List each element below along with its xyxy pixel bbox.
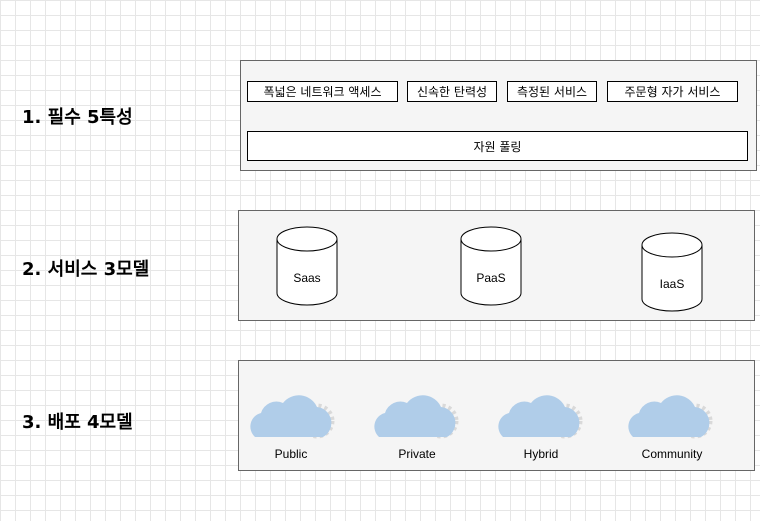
deployment-label-community: Community bbox=[641, 447, 703, 461]
characteristic-broad-network-access[interactable]: 폭넓은 네트워크 액세스 bbox=[247, 81, 398, 102]
row-label-deployment-models: 3. 배포 4모델 bbox=[22, 412, 133, 433]
cloud-gear-icon[interactable] bbox=[371, 387, 461, 439]
deployment-label-public: Public bbox=[274, 447, 308, 461]
cylinder-label: Saas bbox=[293, 271, 321, 285]
cylinder-paas[interactable]: PaaS bbox=[460, 225, 522, 307]
characteristic-on-demand-self-service[interactable]: 주문형 자가 서비스 bbox=[607, 81, 738, 102]
service-models-panel[interactable]: Saas PaaS IaaS bbox=[238, 210, 755, 321]
cylinder-label: PaaS bbox=[476, 271, 506, 285]
cylinder-iaas[interactable]: IaaS bbox=[641, 231, 703, 313]
row-label-essential-characteristics: 1. 필수 5특성 bbox=[22, 107, 133, 128]
deployment-label-private: Private bbox=[398, 447, 436, 461]
characteristic-measured-service[interactable]: 측정된 서비스 bbox=[507, 81, 597, 102]
characteristics-panel[interactable]: 폭넓은 네트워크 액세스 신속한 탄력성 측정된 서비스 주문형 자가 서비스 … bbox=[240, 60, 757, 171]
characteristic-resource-pooling[interactable]: 자원 풀링 bbox=[247, 131, 748, 161]
row-label-service-models: 2. 서비스 3모델 bbox=[22, 259, 150, 280]
deployment-models-panel[interactable]: Public Private Hybrid Community bbox=[238, 360, 755, 471]
characteristic-rapid-elasticity[interactable]: 신속한 탄력성 bbox=[407, 81, 497, 102]
cloud-gear-icon[interactable] bbox=[625, 387, 715, 439]
cloud-gear-icon[interactable] bbox=[495, 387, 585, 439]
cylinder-saas[interactable]: Saas bbox=[276, 225, 338, 307]
database-cylinder-icon bbox=[641, 232, 703, 312]
database-cylinder-icon bbox=[460, 226, 522, 306]
deployment-label-hybrid: Hybrid bbox=[523, 447, 559, 461]
cylinder-label: IaaS bbox=[659, 277, 685, 291]
database-cylinder-icon bbox=[276, 226, 338, 306]
cloud-gear-icon[interactable] bbox=[247, 387, 337, 439]
